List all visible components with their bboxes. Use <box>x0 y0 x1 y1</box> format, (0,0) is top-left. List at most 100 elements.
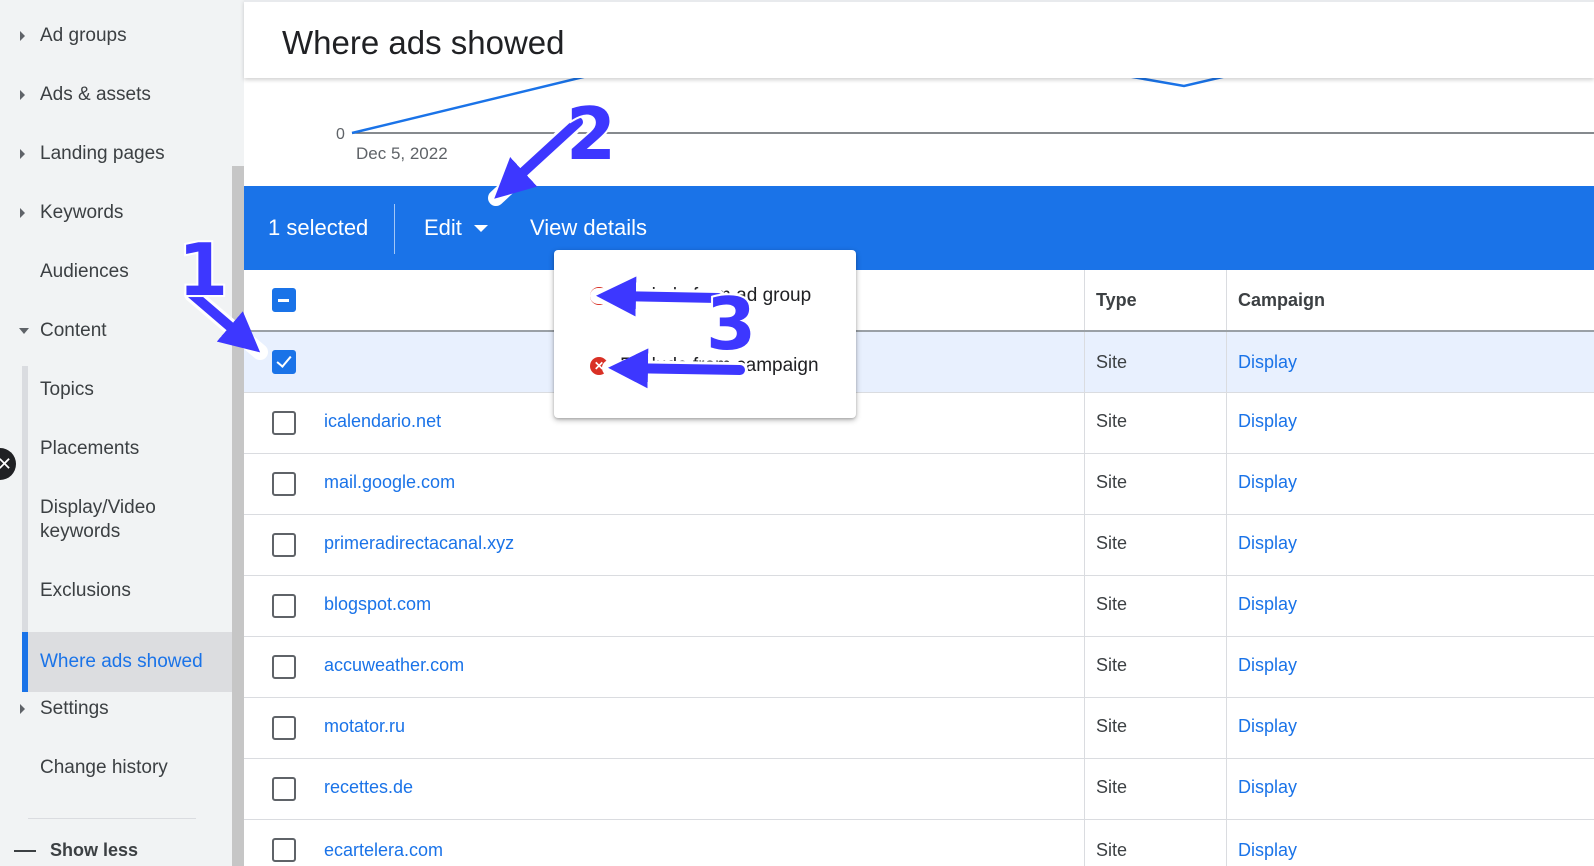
page-header: Where ads showed <box>244 0 1594 78</box>
table-row[interactable]: primeradirectacanal.xyz Site Display <box>244 515 1594 576</box>
table-row[interactable]: mail.google.com Site Display <box>244 454 1594 515</box>
column-divider <box>1226 698 1227 758</box>
sidebar-item-placements[interactable]: Placements <box>0 437 232 461</box>
sidebar-item-label: Topics <box>40 379 94 400</box>
table-row[interactable]: motator.ru Site Display <box>244 698 1594 759</box>
sidebar-divider <box>28 818 196 819</box>
select-all-checkbox[interactable] <box>272 288 296 312</box>
campaign-link[interactable]: Display <box>1238 777 1297 798</box>
row-checkbox[interactable] <box>272 655 296 679</box>
placement-link[interactable]: ecartelera.com <box>324 840 443 861</box>
column-divider <box>1084 759 1085 819</box>
exclude-from-campaign-option[interactable]: ✕ Exclude from campaign <box>554 336 856 396</box>
chart-svg <box>351 78 1594 135</box>
caret-right-icon <box>20 31 25 41</box>
row-checkbox[interactable] <box>272 350 296 374</box>
campaign-link[interactable]: Display <box>1238 655 1297 676</box>
edit-dropdown-button[interactable]: Edit <box>424 215 488 241</box>
dropdown-triangle-icon <box>473 224 488 232</box>
exclude-from-ad-group-option[interactable]: ✕ Exclude from ad group <box>554 266 856 326</box>
sidebar-item-where-ads-showed[interactable]: Where ads showed <box>0 650 232 674</box>
placement-link[interactable]: blogspot.com <box>324 594 431 615</box>
column-divider <box>1226 332 1227 392</box>
row-checkbox[interactable] <box>272 594 296 618</box>
campaign-link[interactable]: Display <box>1238 352 1297 373</box>
campaign-link[interactable]: Display <box>1238 716 1297 737</box>
caret-down-icon <box>19 328 29 334</box>
row-checkbox[interactable] <box>272 777 296 801</box>
table-row[interactable]: Site Display <box>244 332 1594 393</box>
placement-link[interactable]: motator.ru <box>324 716 405 737</box>
placement-link[interactable]: mail.google.com <box>324 472 455 493</box>
row-checkbox[interactable] <box>272 472 296 496</box>
chart-x-date-label: Dec 5, 2022 <box>356 144 448 163</box>
campaign-link[interactable]: Display <box>1238 411 1297 432</box>
table-row[interactable]: recettes.de Site Display <box>244 759 1594 820</box>
column-header-type[interactable]: Type <box>1096 290 1137 311</box>
column-divider <box>1084 576 1085 636</box>
type-cell: Site <box>1096 655 1128 675</box>
campaign-link[interactable]: Display <box>1238 472 1297 493</box>
row-checkbox[interactable] <box>272 838 296 862</box>
placement-link[interactable]: primeradirectacanal.xyz <box>324 533 514 554</box>
sidebar-scrollbar[interactable] <box>232 166 244 866</box>
sidebar-item-label: Where ads showed <box>40 651 203 672</box>
annotation-number-1: 1 <box>176 226 230 314</box>
row-checkbox[interactable] <box>272 411 296 435</box>
caret-right-icon <box>20 208 25 218</box>
sidebar-item-keywords[interactable]: Keywords <box>0 201 232 225</box>
column-divider <box>1226 820 1227 866</box>
table-header: Type Campaign <box>244 270 1594 332</box>
performance-chart: 0 Dec 5, 2022 <box>244 78 1594 186</box>
column-divider <box>1084 270 1085 330</box>
table-row[interactable]: icalendario.net Site Display <box>244 393 1594 454</box>
column-divider <box>1226 515 1227 575</box>
column-divider <box>1226 454 1227 514</box>
sidebar-item-label: Landing pages <box>40 143 165 164</box>
selection-action-bar: 1 selected Edit View details <box>244 186 1594 270</box>
annotation-number-2: 2 <box>564 90 618 178</box>
sidebar-item-settings[interactable]: Settings <box>0 697 232 721</box>
chart-series-line-segment <box>1131 78 1224 88</box>
column-divider <box>1084 454 1085 514</box>
placement-link[interactable]: recettes.de <box>324 777 413 798</box>
sidebar-item-label: Settings <box>40 698 109 719</box>
show-less-button[interactable]: Show less <box>14 840 138 861</box>
column-header-campaign[interactable]: Campaign <box>1238 290 1325 311</box>
campaign-link[interactable]: Display <box>1238 533 1297 554</box>
sidebar-item-landing-pages[interactable]: Landing pages <box>0 142 232 166</box>
sidebar-item-change-history[interactable]: Change history <box>0 756 232 780</box>
placement-link[interactable]: icalendario.net <box>324 411 441 432</box>
placement-link[interactable]: accuweather.com <box>324 655 464 676</box>
sidebar-item-ads-assets[interactable]: Ads & assets <box>0 83 232 107</box>
column-divider <box>1226 637 1227 697</box>
view-details-button[interactable]: View details <box>530 215 647 241</box>
table-row[interactable]: ecartelera.com Site Display <box>244 820 1594 866</box>
sidebar: Ad groups Ads & assets Landing pages Key… <box>0 0 232 866</box>
column-divider <box>1084 698 1085 758</box>
row-checkbox[interactable] <box>272 716 296 740</box>
column-divider <box>1084 332 1085 392</box>
table-row[interactable]: accuweather.com Site Display <box>244 637 1594 698</box>
type-cell: Site <box>1096 716 1128 736</box>
type-cell: Site <box>1096 352 1128 372</box>
sidebar-item-topics[interactable]: Topics <box>0 378 232 402</box>
campaign-link[interactable]: Display <box>1238 594 1297 615</box>
sidebar-item-label: Placements <box>40 438 140 459</box>
page-title: Where ads showed <box>282 24 565 61</box>
caret-right-icon <box>20 90 25 100</box>
sidebar-item-display-video-keywords[interactable]: Display/Video keywords <box>0 496 232 544</box>
column-divider <box>1226 393 1227 453</box>
sidebar-item-label: Exclusions <box>40 580 131 601</box>
caret-right-icon <box>20 704 25 714</box>
campaign-link[interactable]: Display <box>1238 840 1297 861</box>
type-cell: Site <box>1096 777 1128 797</box>
sidebar-item-ad-groups[interactable]: Ad groups <box>0 24 232 48</box>
type-cell: Site <box>1096 411 1128 431</box>
edit-dropdown-menu: ✕ Exclude from ad group ✕ Exclude from c… <box>554 250 856 418</box>
sidebar-item-label: Display/Video keywords <box>40 497 156 542</box>
table-row[interactable]: blogspot.com Site Display <box>244 576 1594 637</box>
sidebar-item-exclusions[interactable]: Exclusions <box>0 579 232 603</box>
row-checkbox[interactable] <box>272 533 296 557</box>
sidebar-item-content[interactable]: Content <box>0 319 232 343</box>
